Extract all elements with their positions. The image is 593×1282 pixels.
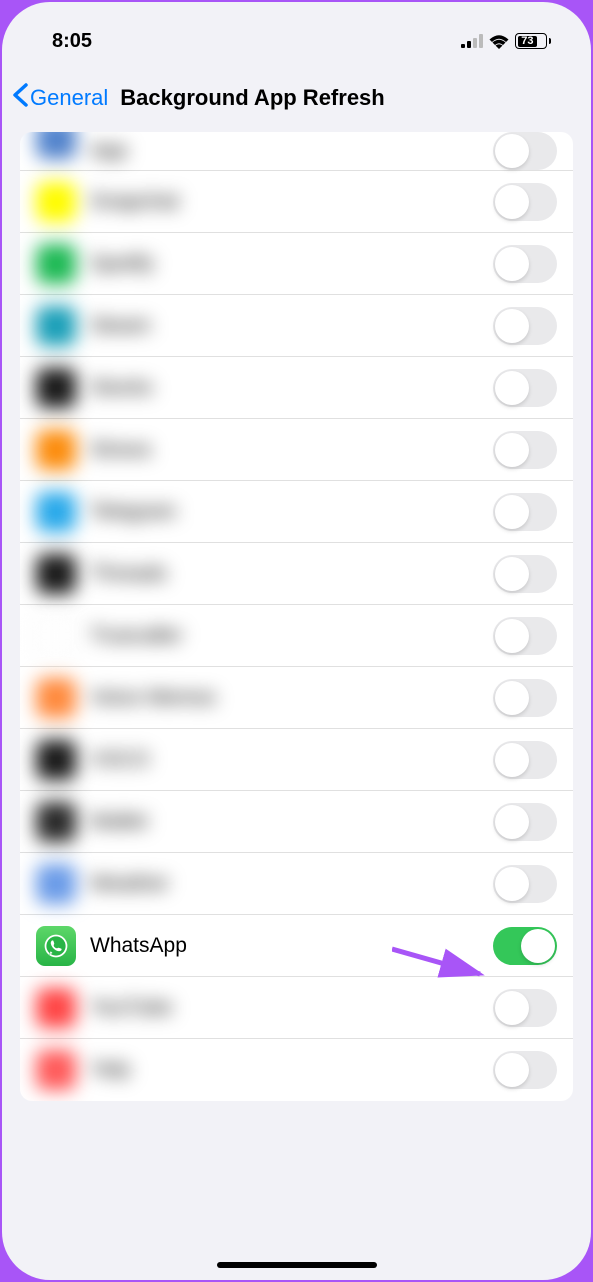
app-row: Spotify (20, 233, 573, 295)
app-label: Weather (90, 872, 479, 896)
toggle-knob (495, 495, 529, 529)
chevron-left-icon (12, 82, 28, 114)
app-icon (36, 740, 76, 780)
refresh-toggle[interactable] (493, 183, 557, 221)
wifi-icon (489, 34, 509, 49)
app-icon (36, 988, 76, 1028)
app-icon (36, 678, 76, 718)
app-label: Steam (90, 314, 479, 338)
app-icon (36, 132, 76, 159)
app-label: Voice Memos (90, 686, 479, 710)
app-icon (36, 1050, 76, 1090)
status-indicators: 73 (461, 33, 551, 49)
toggle-knob (495, 681, 529, 715)
app-label: Yelp (90, 1058, 479, 1082)
app-icon (36, 616, 76, 656)
cellular-signal-icon (461, 34, 483, 48)
page-title: Background App Refresh (120, 85, 384, 111)
app-row: Steam (20, 295, 573, 357)
app-icon (36, 554, 76, 594)
app-icon (36, 492, 76, 532)
toggle-knob (495, 867, 529, 901)
app-row: Weather (20, 853, 573, 915)
app-icon (36, 306, 76, 346)
refresh-toggle[interactable] (493, 865, 557, 903)
refresh-toggle[interactable] (493, 803, 557, 841)
app-icon (36, 244, 76, 284)
app-label: YouTube (90, 996, 479, 1020)
refresh-toggle[interactable] (493, 1051, 557, 1089)
status-bar: 8:05 73 (2, 2, 591, 62)
app-label: Snapchat (90, 190, 479, 214)
refresh-toggle[interactable] (493, 679, 557, 717)
refresh-toggle[interactable] (493, 927, 557, 965)
app-row: Truecaller (20, 605, 573, 667)
toggle-knob (495, 991, 529, 1025)
app-icon (36, 368, 76, 408)
refresh-toggle[interactable] (493, 431, 557, 469)
refresh-toggle[interactable] (493, 493, 557, 531)
app-label: Wallet (90, 810, 479, 834)
refresh-toggle[interactable] (493, 617, 557, 655)
app-label: Stocks (90, 376, 479, 400)
app-row: Stocks (20, 357, 573, 419)
app-icon (36, 864, 76, 904)
app-label: VSCO (90, 748, 479, 772)
app-label: App (90, 139, 479, 163)
app-label: Telegram (90, 500, 479, 524)
toggle-knob (495, 743, 529, 777)
toggle-knob (495, 309, 529, 343)
toggle-knob (495, 433, 529, 467)
app-row: Wallet (20, 791, 573, 853)
back-label: General (30, 85, 108, 111)
home-indicator[interactable] (217, 1262, 377, 1268)
refresh-toggle[interactable] (493, 132, 557, 170)
refresh-toggle[interactable] (493, 741, 557, 779)
battery-level: 73 (518, 36, 538, 47)
app-row: Telegram (20, 481, 573, 543)
app-row: Yelp (20, 1039, 573, 1101)
app-icon (36, 802, 76, 842)
battery-indicator: 73 (515, 33, 551, 49)
navigation-header: General Background App Refresh (2, 62, 591, 132)
app-row: YouTube (20, 977, 573, 1039)
toggle-knob (495, 619, 529, 653)
refresh-toggle[interactable] (493, 989, 557, 1027)
app-row: WhatsApp (20, 915, 573, 977)
toggle-knob (495, 134, 529, 168)
app-label: Threads (90, 562, 479, 586)
app-row: Threads (20, 543, 573, 605)
toggle-knob (495, 247, 529, 281)
toggle-knob (495, 371, 529, 405)
toggle-knob (495, 557, 529, 591)
app-icon (36, 430, 76, 470)
refresh-toggle[interactable] (493, 307, 557, 345)
app-icon (36, 926, 76, 966)
toggle-knob (521, 929, 555, 963)
toggle-knob (495, 1053, 529, 1087)
toggle-knob (495, 185, 529, 219)
app-label: WhatsApp (90, 934, 479, 958)
refresh-toggle[interactable] (493, 555, 557, 593)
back-button[interactable]: General (12, 82, 108, 114)
toggle-knob (495, 805, 529, 839)
refresh-toggle[interactable] (493, 245, 557, 283)
app-label: Strava (90, 438, 479, 462)
app-row: Snapchat (20, 171, 573, 233)
app-row: Strava (20, 419, 573, 481)
app-row: App (20, 132, 573, 171)
refresh-toggle[interactable] (493, 369, 557, 407)
app-row: Voice Memos (20, 667, 573, 729)
app-icon (36, 182, 76, 222)
app-label: Truecaller (90, 624, 479, 648)
app-list[interactable]: App Snapchat Spotify Steam Stocks Strava Teleg… (20, 132, 573, 1101)
phone-screen: 8:05 73 General Background App Refresh (2, 2, 591, 1280)
app-label: Spotify (90, 252, 479, 276)
app-row: VSCO (20, 729, 573, 791)
status-time: 8:05 (52, 30, 92, 53)
